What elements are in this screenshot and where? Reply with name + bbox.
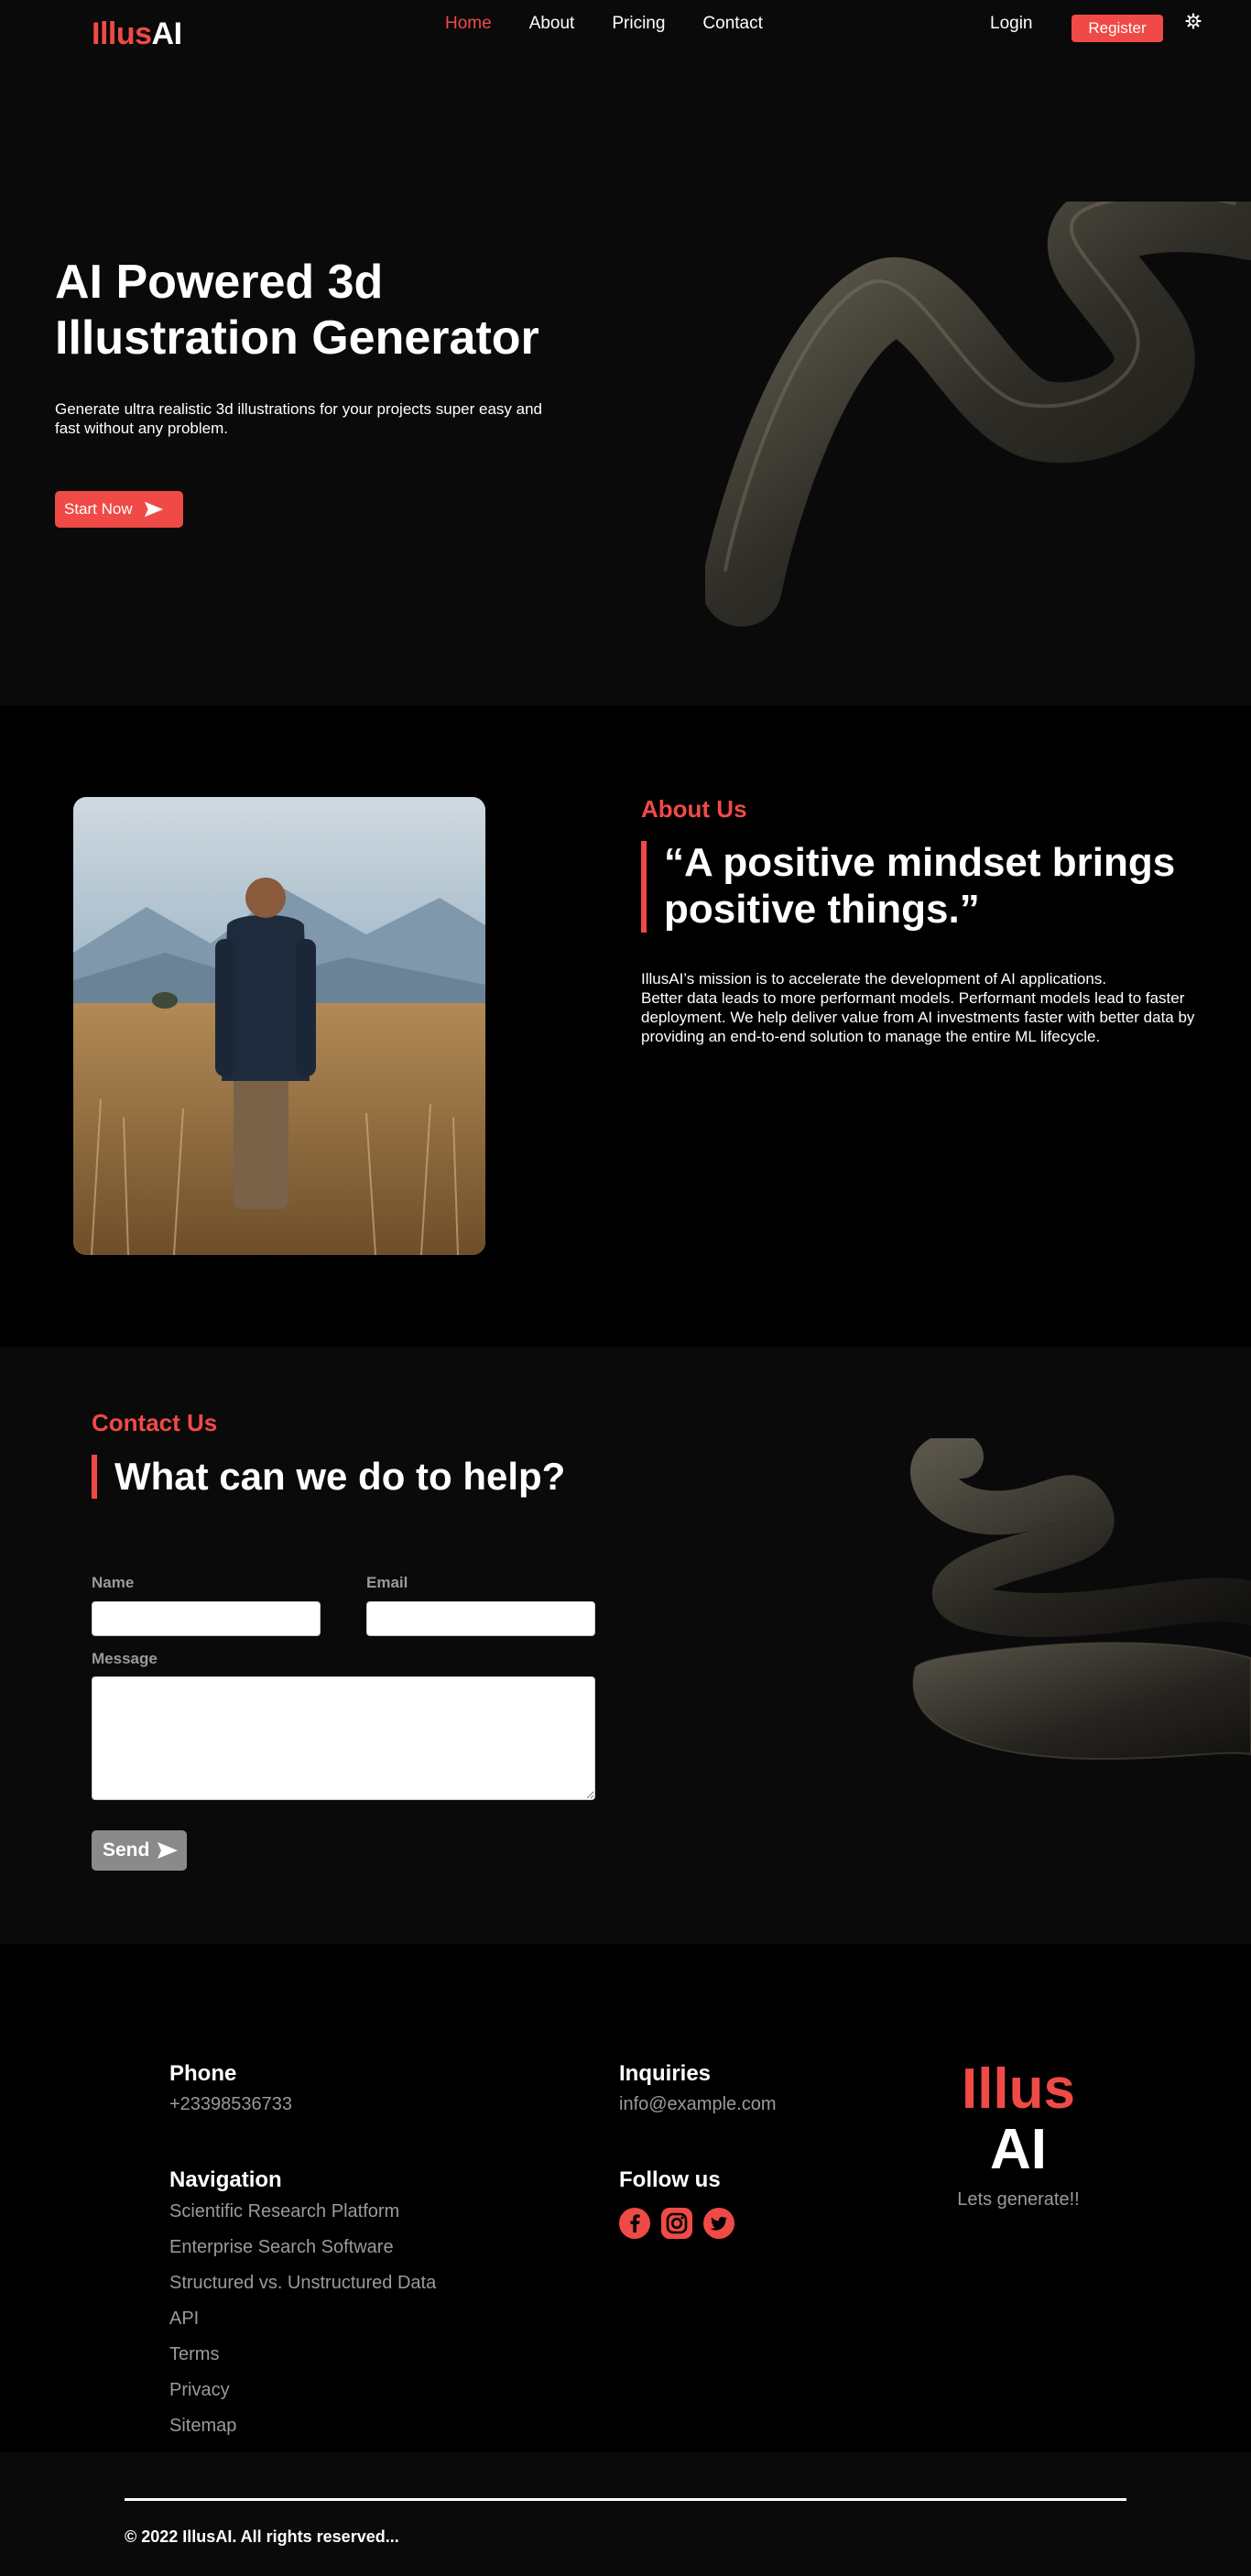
footer-bottom-bar: © 2022 IllusAI. All rights reserved... [0,2452,1251,2576]
contact-accent-bar [92,1455,97,1499]
inquiries-heading: Inquiries [619,2061,712,2086]
start-now-button[interactable]: Start Now [55,491,183,528]
phone-number[interactable]: +23398536733 [169,2094,292,2115]
send-arrow-icon [158,1842,179,1859]
send-arrow-icon [144,501,163,518]
about-paragraph: Better data leads to more performant mod… [641,989,1195,1045]
instagram-icon[interactable] [661,2208,692,2239]
logo-part-ai: AI [151,16,183,51]
nav-links: Home About Pricing Contact [445,14,800,34]
hero-title: AI Powered 3d Illustration Generator [55,256,539,365]
nav-link-about[interactable]: About [529,14,575,34]
send-label: Send [103,1839,150,1861]
inquiries-email[interactable]: info@example.com [619,2094,776,2115]
phone-heading: Phone [169,2061,237,2086]
about-kicker: About Us [641,795,747,823]
nav-link-contact[interactable]: Contact [702,14,762,34]
footer-tagline: Lets generate!! [957,2189,1080,2210]
email-input[interactable] [366,1601,595,1636]
footer-nav-item[interactable]: Sitemap [169,2415,436,2450]
follow-us-heading: Follow us [619,2167,721,2192]
twitter-icon[interactable] [703,2208,734,2239]
footer-nav-item[interactable]: API [169,2308,436,2343]
quote-accent-bar [641,841,647,933]
footer-logo-illus: Illus [961,2058,1076,2121]
footer-nav-list: Scientific Research Platform Enterprise … [169,2200,436,2450]
about-section: About Us “A positive mindset brings posi… [0,705,1251,1347]
start-now-label: Start Now [64,500,133,518]
footer: Phone +23398536733 Inquiries info@exampl… [0,1944,1251,2452]
email-label: Email [366,1574,408,1591]
footer-nav-item[interactable]: Terms [169,2343,436,2379]
gear-icon[interactable] [1185,13,1202,29]
footer-nav-item[interactable]: Structured vs. Unstructured Data [169,2272,436,2308]
abstract-3d-tube-illustration [705,202,1251,632]
message-textarea[interactable] [92,1676,595,1800]
hero-section: AI Powered 3d Illustration Generator Gen… [0,55,1251,705]
abstract-3d-coil-illustration [906,1438,1251,1761]
about-paragraph: IllusAI’s mission is to accelerate the d… [641,970,1107,988]
footer-nav-item[interactable]: Enterprise Search Software [169,2236,436,2272]
top-navbar: IllusAI Home About Pricing Contact Login… [0,0,1251,55]
send-button[interactable]: Send [92,1830,187,1871]
contact-section: Contact Us What can we do to help? Name … [0,1347,1251,1944]
message-label: Message [92,1650,158,1667]
logo-part-illus: Illus [92,16,152,51]
footer-divider [125,2498,1126,2501]
copyright-text: © 2022 IllusAI. All rights reserved... [125,2527,399,2546]
nav-link-pricing[interactable]: Pricing [612,14,665,34]
about-description: IllusAI’s mission is to accelerate the d… [641,969,1236,1046]
contact-title: What can we do to help? [114,1455,566,1498]
footer-nav-item[interactable]: Privacy [169,2379,436,2415]
name-input[interactable] [92,1601,321,1636]
navigation-heading: Navigation [169,2167,282,2192]
facebook-icon[interactable] [619,2208,650,2239]
login-link[interactable]: Login [990,14,1033,34]
register-button[interactable]: Register [1072,15,1163,42]
name-label: Name [92,1574,135,1591]
about-quote: “A positive mindset brings positive thin… [664,840,1176,932]
contact-kicker: Contact Us [92,1409,218,1436]
footer-nav-item[interactable]: Scientific Research Platform [169,2200,436,2236]
nav-link-home[interactable]: Home [445,14,492,34]
footer-logo-ai: AI [990,2118,1047,2181]
hero-subtitle: Generate ultra realistic 3d illustration… [55,400,542,437]
footer-logo: Illus AI [916,2059,1121,2180]
social-icons [619,2208,734,2239]
brand-logo[interactable]: IllusAI [92,16,182,52]
man-in-field-photo [73,797,485,1255]
